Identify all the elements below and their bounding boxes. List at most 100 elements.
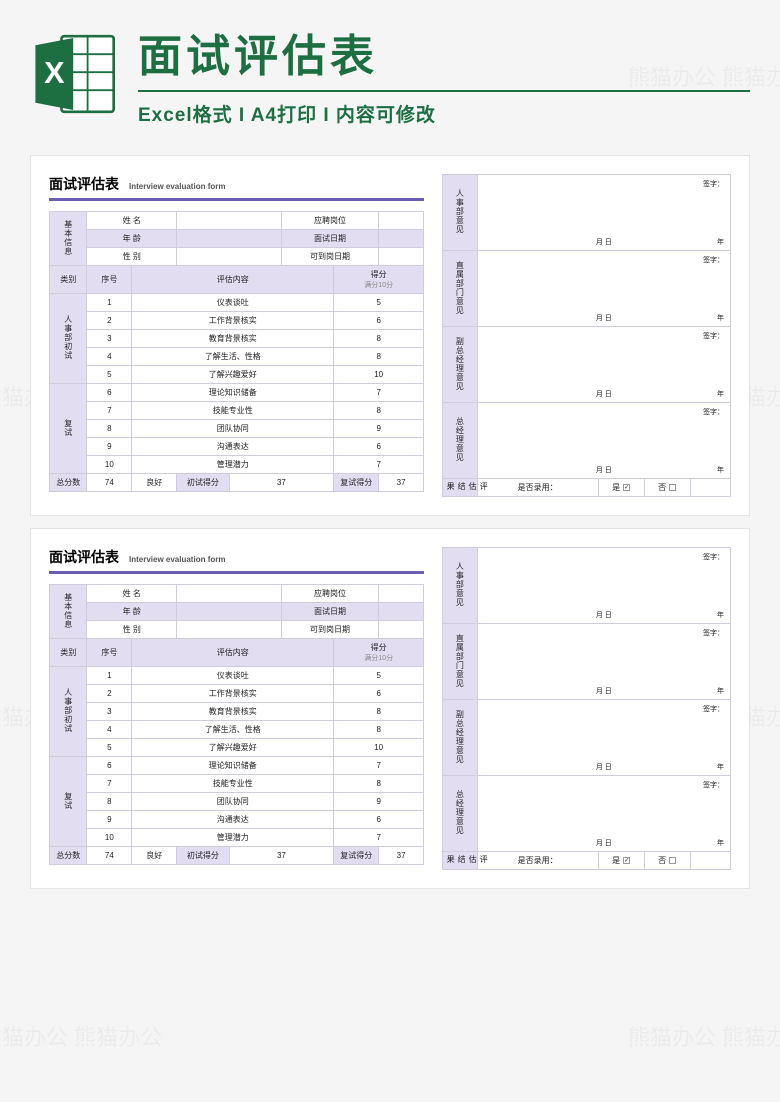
form-page: 面试评估表 Interview evaluation form 基本信息 姓 名… bbox=[30, 528, 750, 889]
label-gender: 性 别 bbox=[87, 621, 177, 639]
form-title-en: Interview evaluation form bbox=[129, 555, 225, 564]
label-second-score: 复试得分 bbox=[334, 847, 379, 865]
svg-text:X: X bbox=[44, 56, 65, 90]
label-sign: 签字： bbox=[703, 780, 724, 790]
value-gender bbox=[177, 248, 282, 266]
option-yes: 是✓ bbox=[598, 479, 644, 497]
label-result: 评估结果 bbox=[445, 481, 489, 492]
label-sign: 签字： bbox=[703, 704, 724, 714]
cell-score: 9 bbox=[334, 420, 424, 438]
label-year: 年 bbox=[717, 389, 724, 399]
option-no: 否 bbox=[644, 852, 690, 870]
cell-content: 沟通表达 bbox=[132, 811, 334, 829]
cell-score: 6 bbox=[334, 312, 424, 330]
cell-score: 6 bbox=[334, 811, 424, 829]
cell-content: 工作背景核实 bbox=[132, 685, 334, 703]
opinion-label: 直属部门意见 bbox=[443, 624, 478, 700]
checkbox-no-icon bbox=[669, 484, 676, 491]
label-group: 复试 bbox=[50, 757, 87, 847]
cell-seq: 8 bbox=[87, 793, 132, 811]
label-name: 姓 名 bbox=[87, 585, 177, 603]
cell-score: 7 bbox=[334, 829, 424, 847]
form-title-zh: 面试评估表 bbox=[49, 174, 119, 194]
watermark: 熊猫办公 熊猫办公 bbox=[628, 1020, 780, 1052]
label-year: 年 bbox=[717, 762, 724, 772]
opinion-label: 人事部意见 bbox=[443, 548, 478, 624]
opinion-label: 人事部意见 bbox=[443, 175, 478, 251]
result-blank bbox=[690, 852, 730, 870]
value-second-score: 37 bbox=[379, 847, 424, 865]
cell-content: 团队协同 bbox=[132, 793, 334, 811]
cell-seq: 2 bbox=[87, 312, 132, 330]
label-first-score: 初试得分 bbox=[177, 474, 229, 492]
cell-score: 8 bbox=[334, 348, 424, 366]
cell-seq: 9 bbox=[87, 811, 132, 829]
value-start-date bbox=[379, 621, 424, 639]
cell-score: 8 bbox=[334, 703, 424, 721]
page-header: X 面试评估表 Excel格式 I A4打印 I 内容可修改 bbox=[0, 0, 780, 143]
value-position bbox=[379, 585, 424, 603]
cell-score: 9 bbox=[334, 793, 424, 811]
label-position: 应聘岗位 bbox=[281, 212, 378, 230]
opinion-label: 直属部门意见 bbox=[443, 251, 478, 327]
label-month-day: 月 日 bbox=[596, 465, 612, 475]
value-gender bbox=[177, 621, 282, 639]
cell-seq: 5 bbox=[87, 739, 132, 757]
label-score: 得分 bbox=[336, 269, 421, 280]
opinion-area: 签字：月 日年 bbox=[477, 403, 730, 479]
cell-seq: 3 bbox=[87, 330, 132, 348]
form-title-zh: 面试评估表 bbox=[49, 547, 119, 567]
cell-seq: 10 bbox=[87, 829, 132, 847]
label-hire-q: 是否录用： bbox=[477, 479, 598, 497]
cell-content: 了解生活、性格 bbox=[132, 721, 334, 739]
label-month-day: 月 日 bbox=[596, 838, 612, 848]
value-age bbox=[177, 230, 282, 248]
cell-content: 理论知识储备 bbox=[132, 384, 334, 402]
value-second-score: 37 bbox=[379, 474, 424, 492]
opinion-area: 签字：月 日年 bbox=[477, 700, 730, 776]
title-divider bbox=[138, 90, 750, 92]
cell-score: 7 bbox=[334, 384, 424, 402]
value-age bbox=[177, 603, 282, 621]
label-year: 年 bbox=[717, 313, 724, 323]
cell-content: 管理潜力 bbox=[132, 829, 334, 847]
label-group: 人事部初试 bbox=[50, 667, 87, 757]
cell-content: 教育背景核实 bbox=[132, 703, 334, 721]
evaluation-table: 基本信息 姓 名 应聘岗位 年 龄 面试日期 性 别 可到岗日期 bbox=[49, 584, 424, 865]
opinion-table: 人事部意见签字：月 日年直属部门意见签字：月 日年副总经理意见签字：月 日年总经… bbox=[442, 547, 731, 870]
value-first-score: 37 bbox=[229, 847, 334, 865]
label-year: 年 bbox=[717, 237, 724, 247]
cell-seq: 6 bbox=[87, 757, 132, 775]
result-blank bbox=[690, 479, 730, 497]
label-total: 总分数 bbox=[50, 474, 87, 492]
cell-score: 6 bbox=[334, 685, 424, 703]
cell-content: 仪表谈吐 bbox=[132, 294, 334, 312]
value-rating: 良好 bbox=[132, 474, 177, 492]
label-name: 姓 名 bbox=[87, 212, 177, 230]
form-title-bar: 面试评估表 Interview evaluation form bbox=[49, 547, 424, 574]
cell-score: 5 bbox=[334, 667, 424, 685]
cell-seq: 2 bbox=[87, 685, 132, 703]
option-yes: 是✓ bbox=[598, 852, 644, 870]
label-year: 年 bbox=[717, 465, 724, 475]
excel-icon: X bbox=[30, 29, 120, 119]
cell-seq: 7 bbox=[87, 775, 132, 793]
value-name bbox=[177, 212, 282, 230]
label-result: 评估结果 bbox=[445, 854, 489, 865]
option-no: 否 bbox=[644, 479, 690, 497]
value-position bbox=[379, 212, 424, 230]
cell-content: 了解兴趣爱好 bbox=[132, 366, 334, 384]
value-first-score: 37 bbox=[229, 474, 334, 492]
opinion-area: 签字：月 日年 bbox=[477, 776, 730, 852]
cell-seq: 8 bbox=[87, 420, 132, 438]
opinion-label: 副总经理意见 bbox=[443, 327, 478, 403]
checkbox-no-icon bbox=[669, 857, 676, 864]
label-position: 应聘岗位 bbox=[281, 585, 378, 603]
opinion-area: 签字：月 日年 bbox=[477, 251, 730, 327]
label-month-day: 月 日 bbox=[596, 237, 612, 247]
page-subtitle: Excel格式 I A4打印 I 内容可修改 bbox=[138, 100, 750, 127]
label-start-date: 可到岗日期 bbox=[281, 621, 378, 639]
label-age: 年 龄 bbox=[87, 230, 177, 248]
label-age: 年 龄 bbox=[87, 603, 177, 621]
cell-seq: 4 bbox=[87, 721, 132, 739]
